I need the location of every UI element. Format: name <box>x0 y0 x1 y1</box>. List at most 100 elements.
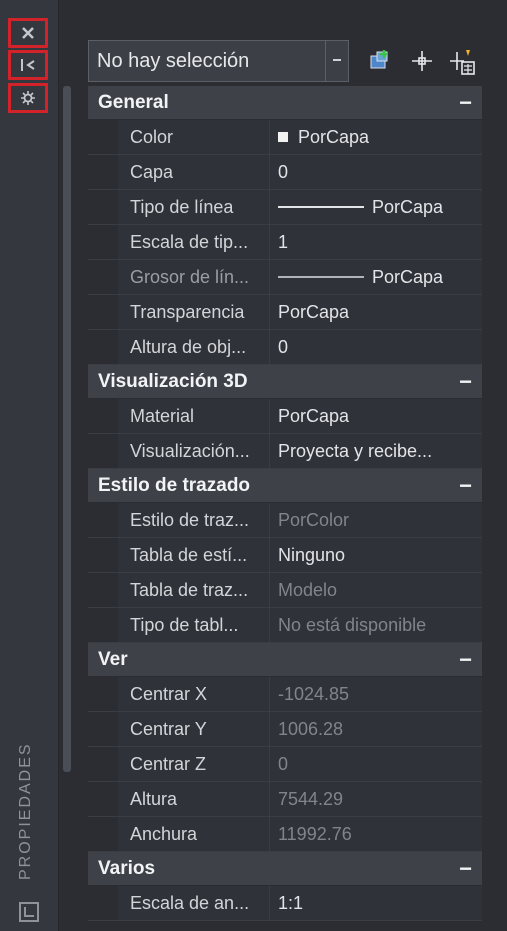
property-value-cell[interactable]: 0 <box>270 155 482 189</box>
row-indent <box>88 399 118 433</box>
property-value: PorColor <box>278 509 350 530</box>
property-value-cell[interactable]: 1:1 <box>270 886 482 920</box>
property-row[interactable]: Centrar Z 0 <box>88 747 482 782</box>
property-value: 1 <box>278 231 289 252</box>
section-title: Varios <box>98 857 156 879</box>
row-indent <box>88 503 118 537</box>
property-row[interactable]: Centrar Y 1006.28 <box>88 712 482 747</box>
collapse-icon[interactable]: − <box>459 90 472 116</box>
property-row[interactable]: Altura 7544.29 <box>88 782 482 817</box>
section-header[interactable]: Estilo de trazado − <box>88 469 482 503</box>
property-label: Estilo de traz... <box>118 503 270 537</box>
collapse-icon[interactable]: − <box>459 369 472 395</box>
property-row[interactable]: Centrar X -1024.85 <box>88 677 482 712</box>
property-value-cell[interactable]: PorCapa <box>270 190 482 224</box>
palette-menu-icon[interactable] <box>19 902 39 922</box>
property-label: Tabla de traz... <box>118 573 270 607</box>
auto-hide-icon <box>21 59 35 71</box>
property-label: Tabla de estí... <box>118 538 270 572</box>
property-value-cell[interactable]: Modelo <box>270 573 482 607</box>
property-value: 0 <box>278 336 289 357</box>
property-value-cell[interactable]: PorColor <box>270 503 482 537</box>
close-button[interactable] <box>8 18 48 48</box>
property-value-cell[interactable]: PorCapa <box>270 120 482 154</box>
property-label: Altura <box>118 782 270 816</box>
property-value: Ninguno <box>278 544 346 565</box>
property-value-cell[interactable]: Ninguno <box>270 538 482 572</box>
collapse-icon[interactable]: − <box>459 473 472 499</box>
property-row[interactable]: Altura de obj... 0 <box>88 330 482 365</box>
property-value: -1024.85 <box>278 683 350 704</box>
property-row[interactable]: Escala de tip... 1 <box>88 225 482 260</box>
property-value-cell[interactable]: Proyecta y recibe... <box>270 434 482 468</box>
property-label: Centrar Z <box>118 747 270 781</box>
property-row[interactable]: Tabla de estí... Ninguno <box>88 538 482 573</box>
collapse-icon[interactable]: − <box>459 647 472 673</box>
property-value-cell[interactable]: -1024.85 <box>270 677 482 711</box>
scrollbar[interactable] <box>63 86 71 772</box>
row-indent <box>88 330 118 364</box>
chevron-down-icon[interactable] <box>325 41 348 81</box>
property-row[interactable]: Color PorCapa <box>88 120 482 155</box>
property-value: 1:1 <box>278 892 304 913</box>
toggle-pickadd-icon[interactable] <box>367 48 393 74</box>
row-indent <box>88 190 118 224</box>
property-label: Escala de tip... <box>118 225 270 259</box>
property-label: Capa <box>118 155 270 189</box>
section-header[interactable]: Varios − <box>88 852 482 886</box>
property-value-cell[interactable]: 0 <box>270 330 482 364</box>
property-value: Modelo <box>278 579 338 600</box>
property-row[interactable]: Tabla de traz... Modelo <box>88 573 482 608</box>
property-value-cell[interactable]: 1006.28 <box>270 712 482 746</box>
property-value-cell[interactable]: No está disponible <box>270 608 482 642</box>
property-row[interactable]: Transparencia PorCapa <box>88 295 482 330</box>
property-label: Altura de obj... <box>118 330 270 364</box>
properties-grid: General − Color PorCapa Capa 0 Tipo de línea Po… <box>88 86 482 931</box>
property-value: 11992.76 <box>278 823 352 844</box>
section-title: Estilo de trazado <box>98 474 251 496</box>
property-row[interactable]: Visualización... Proyecta y recibe... <box>88 434 482 469</box>
row-indent <box>88 747 118 781</box>
close-icon <box>22 27 34 39</box>
selection-value: No hay selección <box>97 49 250 72</box>
property-row[interactable]: Material PorCapa <box>88 399 482 434</box>
property-value: 0 <box>278 753 289 774</box>
property-label: Anchura <box>118 817 270 851</box>
row-indent <box>88 712 118 746</box>
property-row[interactable]: Tipo de línea PorCapa <box>88 190 482 225</box>
section-header[interactable]: General − <box>88 86 482 120</box>
auto-hide-button[interactable] <box>8 50 48 80</box>
property-value-cell[interactable]: PorCapa <box>270 260 482 294</box>
property-value-cell[interactable]: 1 <box>270 225 482 259</box>
property-value-cell[interactable]: 7544.29 <box>270 782 482 816</box>
section-title: Visualización 3D <box>98 370 248 392</box>
collapse-icon[interactable]: − <box>459 856 472 882</box>
properties-settings-button[interactable] <box>8 83 48 113</box>
property-value: PorCapa <box>372 196 444 217</box>
property-row[interactable]: Anchura 11992.76 <box>88 817 482 852</box>
property-row[interactable]: Grosor de lín... PorCapa <box>88 260 482 295</box>
property-value-cell[interactable]: 0 <box>270 747 482 781</box>
property-row[interactable]: Escala de an... 1:1 <box>88 886 482 921</box>
property-value-cell[interactable]: PorCapa <box>270 295 482 329</box>
section-header[interactable]: Ver − <box>88 643 482 677</box>
select-objects-icon[interactable] <box>409 48 435 74</box>
property-value: 7544.29 <box>278 788 344 809</box>
row-indent <box>88 120 118 154</box>
section-title: General <box>98 91 169 113</box>
quick-select-icon[interactable] <box>448 48 475 75</box>
property-value-cell[interactable]: PorCapa <box>270 399 482 433</box>
row-indent <box>88 260 118 294</box>
property-value: PorCapa <box>298 126 370 147</box>
linetype-sample <box>278 276 364 278</box>
property-row[interactable]: Tipo de tabl... No está disponible <box>88 608 482 643</box>
row-indent <box>88 295 118 329</box>
property-row[interactable]: Capa 0 <box>88 155 482 190</box>
property-label: Material <box>118 399 270 433</box>
property-row[interactable]: Estilo de traz... PorColor <box>88 503 482 538</box>
property-value-cell[interactable]: 11992.76 <box>270 817 482 851</box>
selection-dropdown[interactable]: No hay selección <box>88 40 349 82</box>
section-header[interactable]: Visualización 3D − <box>88 365 482 399</box>
selection-toolbar: No hay selección <box>88 40 488 84</box>
settings-icon <box>21 91 35 105</box>
